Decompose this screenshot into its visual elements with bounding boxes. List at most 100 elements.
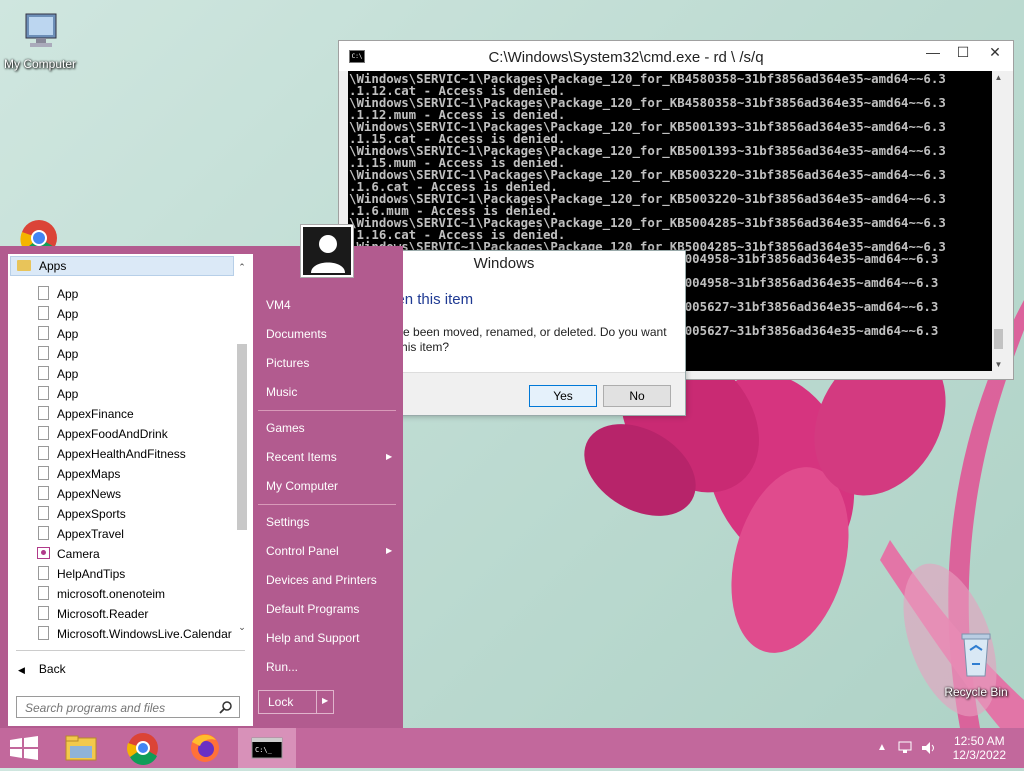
show-hidden-icons-icon[interactable]: ▲ xyxy=(877,742,887,753)
svg-text:C:\_: C:\_ xyxy=(255,746,273,754)
app-list-item[interactable]: AppexTravel xyxy=(8,524,238,544)
app-label: App xyxy=(57,327,79,341)
app-label: App xyxy=(57,287,79,301)
app-list-item[interactable]: HelpAndTips xyxy=(8,564,238,584)
recent-items-label: Recent Items xyxy=(266,450,337,464)
app-list-item[interactable]: Microsoft.Reader xyxy=(8,604,238,624)
desktop-recycle-bin[interactable]: Recycle Bin xyxy=(936,628,1016,699)
document-icon xyxy=(38,346,49,360)
document-icon xyxy=(38,286,49,300)
start-menu: Apps App App App App App App AppexFinance Appex… xyxy=(0,246,403,728)
chevron-right-icon[interactable]: ▶ xyxy=(322,696,328,705)
no-button[interactable]: No xyxy=(603,385,671,407)
taskbar-chrome[interactable] xyxy=(114,728,172,768)
start-button[interactable] xyxy=(0,728,58,768)
minimize-button[interactable]: — xyxy=(917,41,949,65)
scroll-down-icon[interactable]: ⌄ xyxy=(235,622,249,633)
applist-scrollbar[interactable]: ⌃ ⌄ xyxy=(235,256,249,636)
start-control-panel[interactable]: Control Panel ▶ xyxy=(266,544,392,558)
app-list-item[interactable]: Camera xyxy=(8,544,238,564)
close-button[interactable]: ✕ xyxy=(979,41,1011,65)
scroll-down-icon[interactable]: ▼ xyxy=(992,358,1005,371)
start-run[interactable]: Run... xyxy=(266,660,298,674)
app-label: App xyxy=(57,387,79,401)
scroll-up-icon[interactable]: ⌃ xyxy=(235,262,249,273)
search-box[interactable] xyxy=(16,696,240,718)
app-list-item[interactable]: App xyxy=(8,284,238,304)
document-icon xyxy=(38,446,49,460)
app-list-item[interactable]: AppexFinance xyxy=(8,404,238,424)
apps-header-label: Apps xyxy=(39,259,67,273)
taskbar-firefox[interactable] xyxy=(176,728,234,768)
firefox-icon xyxy=(191,734,219,762)
desktop-my-computer[interactable]: My Computer xyxy=(0,10,80,71)
camera-icon xyxy=(37,547,50,559)
scroll-thumb[interactable] xyxy=(994,329,1003,349)
document-icon xyxy=(38,566,49,580)
start-settings[interactable]: Settings xyxy=(266,515,309,529)
back-button[interactable]: ◀ Back xyxy=(18,662,66,676)
app-label: Camera xyxy=(57,547,100,561)
app-list-item[interactable]: AppexHealthAndFitness xyxy=(8,444,238,464)
control-panel-label: Control Panel xyxy=(266,544,339,558)
user-name[interactable]: VM4 xyxy=(266,298,291,312)
document-icon xyxy=(38,486,49,500)
app-list-item[interactable]: Microsoft.WindowsLive.Calendar xyxy=(8,624,238,644)
lock-button[interactable]: Lock ▶ xyxy=(258,690,334,714)
app-label: Microsoft.WindowsLive.Calendar xyxy=(57,627,232,641)
scroll-thumb[interactable] xyxy=(237,344,247,530)
cmd-scrollbar[interactable]: ▲ ▼ xyxy=(992,71,1005,371)
chevron-right-icon: ▶ xyxy=(386,452,393,461)
maximize-button[interactable]: ☐ xyxy=(947,41,979,65)
app-label: App xyxy=(57,307,79,321)
lock-label: Lock xyxy=(268,695,294,709)
cmd-icon: C:\_ xyxy=(251,737,283,759)
start-devices-printers[interactable]: Devices and Printers xyxy=(266,573,377,587)
volume-icon[interactable] xyxy=(920,740,938,756)
app-label: App xyxy=(57,367,79,381)
app-list-item[interactable]: AppexSports xyxy=(8,504,238,524)
start-music[interactable]: Music xyxy=(266,385,297,399)
search-input[interactable] xyxy=(23,700,217,716)
document-icon xyxy=(38,586,49,600)
app-list-item[interactable]: App xyxy=(8,304,238,324)
start-default-programs[interactable]: Default Programs xyxy=(266,602,359,616)
app-list-item[interactable]: microsoft.onenoteim xyxy=(8,584,238,604)
divider xyxy=(258,410,396,411)
search-icon[interactable] xyxy=(219,700,233,714)
start-games[interactable]: Games xyxy=(266,421,305,435)
taskbar-file-explorer[interactable] xyxy=(52,728,110,768)
app-list-item[interactable]: App xyxy=(8,384,238,404)
folder-icon xyxy=(65,735,97,761)
document-icon xyxy=(38,326,49,340)
app-list-item[interactable]: AppexMaps xyxy=(8,464,238,484)
app-list-item[interactable]: App xyxy=(8,344,238,364)
document-icon xyxy=(38,306,49,320)
taskbar-cmd[interactable]: C:\_ xyxy=(238,728,296,768)
app-label: HelpAndTips xyxy=(57,567,126,581)
clock[interactable]: 12:50 AM 12/3/2022 xyxy=(953,734,1006,762)
clock-time: 12:50 AM xyxy=(953,734,1005,748)
app-list-item[interactable]: AppexFoodAndDrink xyxy=(8,424,238,444)
network-icon[interactable] xyxy=(897,740,915,756)
desktop-label: Recycle Bin xyxy=(944,685,1008,699)
scroll-up-icon[interactable]: ▲ xyxy=(992,71,1005,84)
app-list-item[interactable]: App xyxy=(8,364,238,384)
user-avatar[interactable] xyxy=(300,224,354,278)
divider xyxy=(316,691,317,713)
document-icon xyxy=(38,606,49,620)
cmd-titlebar[interactable]: C:\ C:\Windows\System32\cmd.exe - rd \ /… xyxy=(339,41,1013,71)
app-label: App xyxy=(57,347,79,361)
start-documents[interactable]: Documents xyxy=(266,327,327,341)
windows-logo-icon xyxy=(10,736,38,760)
yes-button[interactable]: Yes xyxy=(529,385,597,407)
start-recent-items[interactable]: Recent Items ▶ xyxy=(266,450,392,464)
start-my-computer[interactable]: My Computer xyxy=(266,479,338,493)
start-pictures[interactable]: Pictures xyxy=(266,356,309,370)
app-list-item[interactable]: AppexNews xyxy=(8,484,238,504)
app-label: AppexFinance xyxy=(57,407,134,421)
app-list-item[interactable]: App xyxy=(8,324,238,344)
start-help-support[interactable]: Help and Support xyxy=(266,631,359,645)
start-right-pane: VM4 Documents Pictures Music Games Recen… xyxy=(258,246,403,728)
apps-folder-header[interactable]: Apps xyxy=(10,256,234,276)
